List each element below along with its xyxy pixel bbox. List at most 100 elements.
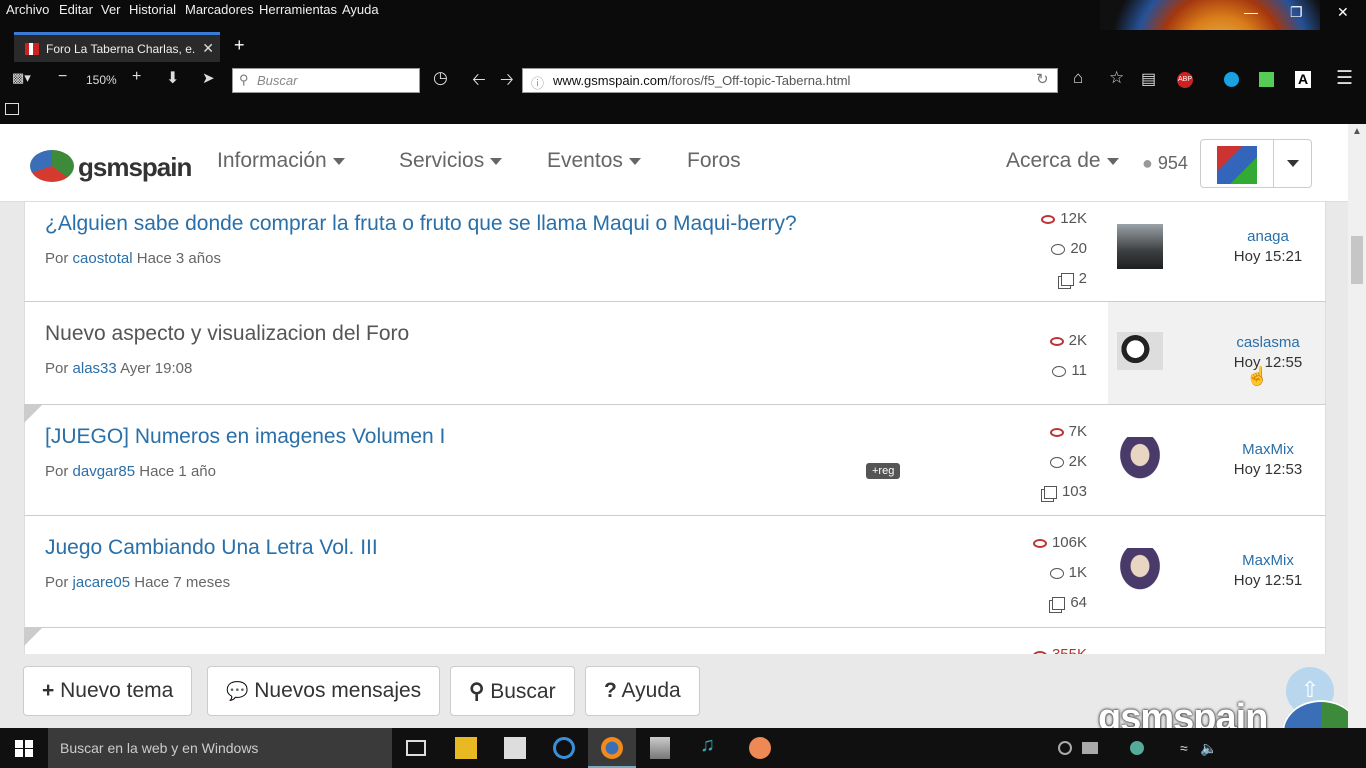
- online-users[interactable]: ● 954: [1142, 153, 1188, 174]
- download-icon[interactable]: ⬇: [166, 68, 179, 88]
- app-icon-2[interactable]: [749, 737, 771, 759]
- tray-network-icon[interactable]: [1130, 741, 1144, 755]
- info-icon[interactable]: ⓘ: [531, 73, 544, 92]
- nav-eventos[interactable]: Eventos: [547, 149, 641, 173]
- search-icon: ⚲: [469, 680, 485, 703]
- zoom-in-icon[interactable]: +: [132, 68, 141, 86]
- ie-icon[interactable]: [553, 737, 575, 759]
- close-window-icon[interactable]: ✕: [1337, 4, 1349, 21]
- last-post-avatar[interactable]: [1117, 548, 1163, 593]
- nav-informacion[interactable]: Información: [217, 149, 345, 173]
- nav-informacion-label: Información: [217, 149, 327, 172]
- menu-ayuda[interactable]: Ayuda: [342, 2, 379, 17]
- scrollbar-thumb[interactable]: [1351, 236, 1363, 284]
- restore-icon[interactable]: ❐: [1290, 4, 1303, 21]
- help-label: Ayuda: [621, 679, 681, 702]
- menu-editar[interactable]: Editar: [59, 2, 93, 17]
- scroll-up-icon[interactable]: ▲: [1352, 126, 1362, 137]
- url-bar[interactable]: ⓘ www.gsmspain.com/foros/f5_Off-topic-Ta…: [522, 68, 1058, 93]
- cursor-icon: ☝: [1246, 366, 1269, 386]
- forward-icon[interactable]: 🡢: [500, 67, 514, 96]
- views-value: 355K: [1052, 646, 1087, 654]
- nav-acerca-de[interactable]: Acerca de: [1006, 149, 1119, 173]
- last-post-user[interactable]: MaxMix: [1208, 441, 1328, 458]
- firefox-icon[interactable]: [601, 737, 623, 759]
- zoom-out-icon[interactable]: −: [58, 68, 67, 86]
- last-post-avatar[interactable]: [1117, 224, 1163, 269]
- last-post-avatar[interactable]: [1117, 332, 1163, 370]
- pages-count[interactable]: 64: [1052, 594, 1087, 611]
- font-icon[interactable]: A: [1295, 71, 1311, 88]
- last-post-user[interactable]: anaga: [1208, 228, 1328, 245]
- file-explorer-icon[interactable]: [455, 737, 477, 759]
- thread-row: Nuevo aspecto y visualizacion del Foro P…: [24, 302, 1326, 405]
- addon-icon[interactable]: ▩▾: [12, 70, 31, 86]
- reading-list-icon[interactable]: ▤: [1141, 69, 1156, 89]
- back-icon[interactable]: 🡠: [472, 67, 486, 96]
- browser-tab[interactable]: Foro La Taberna Charlas, e... ✕: [14, 32, 220, 62]
- wifi-icon[interactable]: ≈: [1180, 740, 1202, 762]
- send-icon[interactable]: ➤: [202, 69, 215, 87]
- search-button[interactable]: ⚲ Buscar: [450, 666, 575, 716]
- last-post-user[interactable]: caslasma: [1208, 334, 1328, 351]
- page-scrollbar[interactable]: ▲: [1348, 124, 1366, 728]
- history-icon[interactable]: ◷: [433, 68, 448, 88]
- close-tab-icon[interactable]: ✕: [202, 40, 214, 57]
- views-count: 355K: [1032, 646, 1087, 654]
- thread-title[interactable]: ¿Alguien sabe donde comprar la fruta o f…: [45, 212, 797, 236]
- views-value: 106K: [1051, 534, 1087, 551]
- volume-icon[interactable]: 🔈: [1200, 740, 1222, 762]
- new-topic-button[interactable]: + Nuevo tema: [23, 666, 193, 716]
- plus-icon: +: [42, 679, 55, 702]
- thread-title[interactable]: Nuevo aspecto y visualizacion del Foro: [45, 322, 409, 346]
- zoom-level[interactable]: 150%: [86, 73, 117, 87]
- new-messages-button[interactable]: 💬 Nuevos mensajes: [207, 666, 441, 716]
- menu-marcadores[interactable]: Marcadores: [185, 2, 254, 17]
- store-icon[interactable]: [504, 737, 526, 759]
- extension-icon[interactable]: [1259, 72, 1274, 87]
- nav-foros[interactable]: Foros: [687, 149, 741, 173]
- menu-historial[interactable]: Historial: [129, 2, 176, 17]
- minimize-icon[interactable]: —: [1244, 4, 1258, 20]
- app-icon[interactable]: [650, 737, 670, 759]
- url-domain: www.gsmspain.com: [553, 73, 668, 88]
- last-post-avatar[interactable]: [1117, 437, 1163, 482]
- user-menu-button[interactable]: [1200, 139, 1312, 188]
- adblock-icon[interactable]: ABP: [1177, 72, 1193, 88]
- windows-icon[interactable]: [15, 740, 33, 757]
- help-button[interactable]: ? Ayuda: [585, 666, 700, 716]
- last-post-user[interactable]: MaxMix: [1208, 552, 1328, 569]
- thread-list: ¿Alguien sabe donde comprar la fruta o f…: [0, 202, 1348, 654]
- menu-ver[interactable]: Ver: [101, 2, 121, 17]
- taskbar-search[interactable]: Buscar en la web y en Windows: [48, 728, 392, 768]
- pages-count[interactable]: 103: [1043, 483, 1087, 500]
- last-post-time: Hoy 15:21: [1233, 248, 1303, 265]
- home-icon[interactable]: ⌂: [1073, 68, 1083, 88]
- tray-icon[interactable]: [1058, 741, 1072, 755]
- reload-icon[interactable]: ↻: [1036, 70, 1049, 88]
- music-icon[interactable]: ♫: [700, 734, 722, 756]
- menu-icon[interactable]: ☰: [1336, 67, 1353, 90]
- new-tab-icon[interactable]: +: [234, 35, 245, 56]
- nav-servicios[interactable]: Servicios: [399, 149, 503, 173]
- skype-icon[interactable]: [1224, 72, 1239, 87]
- menu-archivo[interactable]: Archivo: [6, 2, 49, 17]
- tray-monitor-icon[interactable]: [1082, 742, 1098, 754]
- replies-value: 11: [1071, 362, 1087, 379]
- browser-search-input[interactable]: ⚲ Buscar: [232, 68, 420, 93]
- pages-count[interactable]: 2: [1060, 270, 1087, 287]
- menu-herramientas[interactable]: Herramientas: [259, 2, 337, 17]
- thread-author[interactable]: alas33: [73, 360, 117, 377]
- thread-title[interactable]: Juego Cambiando Una Letra Vol. III: [45, 536, 378, 560]
- sidebar-icon[interactable]: [5, 103, 19, 115]
- star-icon[interactable]: ☆: [1109, 68, 1124, 88]
- thread-author[interactable]: davgar85: [73, 463, 136, 480]
- replies-count: 1K: [1049, 564, 1087, 581]
- thread-title[interactable]: [JUEGO] Numeros en imagenes Volumen I: [45, 425, 445, 449]
- thread-date: Ayer 19:08: [120, 360, 193, 377]
- comment-icon: [1051, 243, 1066, 255]
- task-view-icon[interactable]: [406, 740, 426, 756]
- thread-author[interactable]: jacare05: [73, 574, 131, 591]
- thread-author[interactable]: caostotal: [73, 250, 133, 267]
- caret-down-icon: [628, 157, 641, 165]
